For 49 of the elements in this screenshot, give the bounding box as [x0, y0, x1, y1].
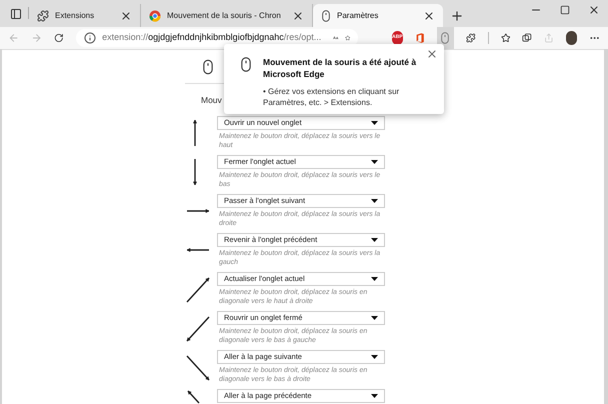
arrow-icon [186, 316, 210, 342]
dropdown-caret-icon [371, 277, 378, 281]
puzzle-icon [37, 10, 49, 22]
url-scheme: extension:// [102, 31, 148, 44]
close-icon[interactable] [423, 10, 435, 22]
favorites-icon[interactable] [500, 32, 510, 44]
url-host: ogjdgjefnddnjhkibmblgiofbjdgnahc [148, 31, 284, 44]
close-icon[interactable] [120, 10, 132, 22]
tab-title: Paramètres [337, 10, 380, 22]
maximize-icon[interactable] [560, 4, 570, 14]
dropdown-caret-icon [371, 121, 378, 125]
colored-circle-icon [149, 10, 161, 22]
dropdown-caret-icon [371, 238, 378, 242]
tab-actions-icon[interactable] [10, 8, 22, 20]
arrow-icon [193, 159, 197, 186]
dropdown-caret-icon [371, 199, 378, 203]
info-icon[interactable] [84, 32, 96, 44]
tab-title: Mouvement de la souris - Chron [167, 10, 282, 22]
mouse-icon [441, 32, 450, 44]
browser-tab[interactable]: Paramètres [313, 4, 443, 27]
address-bar[interactable]: extension://ogjdgjefnddnjhkibmblgiofbjdgnahc/res/opt... [76, 29, 358, 47]
close-icon[interactable] [588, 4, 600, 16]
arrow-icon [187, 209, 210, 213]
dropdown-caret-icon [371, 160, 378, 164]
mouse-icon [241, 56, 251, 73]
mouse-icon [203, 58, 213, 74]
tab-title: Extensions [55, 10, 96, 22]
popup-title: Mouvement de la souris a été ajouté à Microsoft Edge [263, 56, 418, 80]
arrow-icon [186, 356, 210, 380]
url-path: /res/opt... [284, 31, 322, 44]
new-tab-icon[interactable] [450, 8, 464, 22]
arrow-icon [187, 390, 200, 404]
avatar[interactable] [566, 31, 577, 45]
dropdown-caret-icon [371, 316, 378, 320]
arrow-icon [186, 248, 209, 252]
mouse-icon [321, 10, 331, 22]
close-icon[interactable] [292, 10, 304, 22]
extensions-icon[interactable] [466, 32, 476, 44]
arrow-icon [186, 278, 210, 302]
reload-icon[interactable] [54, 32, 64, 44]
collections-icon[interactable] [522, 32, 532, 44]
section-heading: Mouv [201, 94, 222, 106]
dropdown-caret-icon [371, 355, 378, 359]
mouse-extension-button[interactable] [436, 27, 454, 49]
office-icon[interactable] [414, 31, 425, 45]
arrow-icon [193, 120, 197, 146]
popup-body: • Gérez vos extensions en cliquant sur Paramètres, etc. > Extensions. [263, 86, 400, 108]
dropdown-caret-icon [371, 394, 378, 398]
close-icon[interactable] [426, 48, 438, 60]
